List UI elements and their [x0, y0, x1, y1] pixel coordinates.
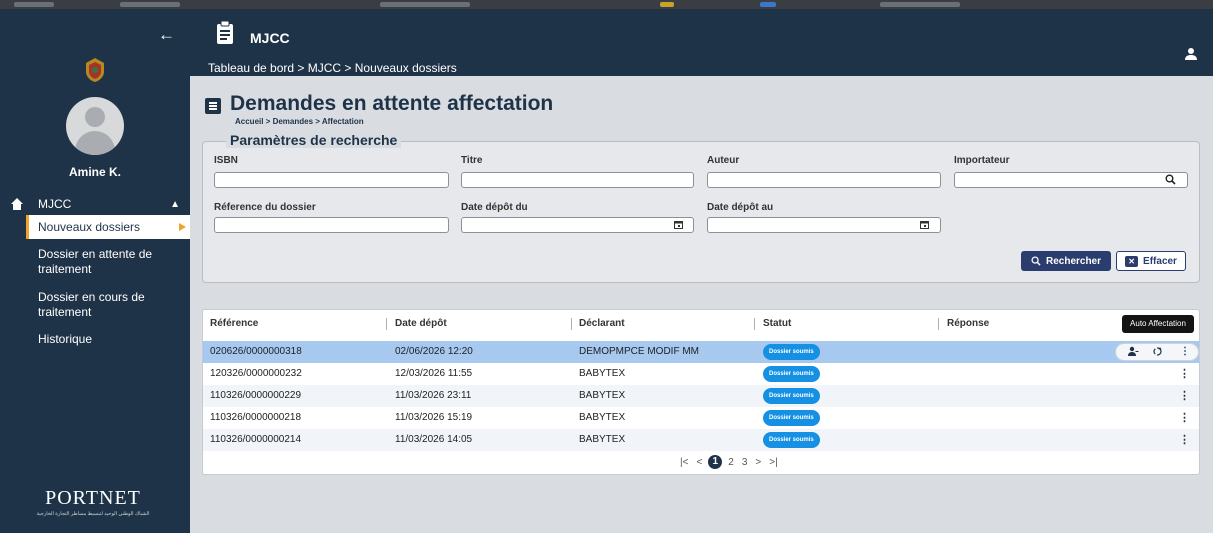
titre-input[interactable]	[461, 172, 694, 188]
more-options-icon[interactable]: ⋮	[1180, 346, 1190, 357]
table-row[interactable]: 110326/0000000229 11/03/2026 23:11 BABYT…	[203, 385, 1199, 407]
active-marker-icon	[179, 223, 186, 231]
column-separator	[938, 318, 939, 330]
sidebar-item-historique[interactable]: Historique	[26, 332, 190, 347]
column-separator	[754, 318, 755, 330]
isbn-label: ISBN	[214, 155, 238, 166]
status-badge: Dossier soumis	[763, 344, 820, 360]
sidebar-group-mjcc[interactable]: MJCC ▲	[10, 195, 180, 213]
clear-icon: ✕	[1125, 255, 1139, 267]
isbn-input[interactable]	[214, 172, 449, 188]
prev-page-icon[interactable]: <	[696, 457, 702, 468]
column-header-date[interactable]: Date dépôt	[395, 310, 447, 338]
list-icon	[205, 98, 221, 114]
search-icon	[1031, 256, 1041, 266]
page-2-button[interactable]: 2	[728, 457, 734, 468]
auteur-label: Auteur	[707, 155, 740, 166]
column-separator	[386, 318, 387, 330]
home-icon	[11, 198, 23, 210]
column-header-reponse[interactable]: Réponse	[947, 310, 989, 338]
status-badge: Dossier soumis	[763, 366, 820, 382]
calendar-icon[interactable]	[674, 220, 683, 229]
page-3-button[interactable]: 3	[742, 457, 748, 468]
clear-button[interactable]: ✕ Effacer	[1116, 251, 1186, 271]
status-badge: Dossier soumis	[763, 410, 820, 426]
table-row[interactable]: 110326/0000000218 11/03/2026 15:19 BABYT…	[203, 407, 1199, 429]
app-header: MJCC Tableau de bord > MJCC > Nouveaux d…	[190, 9, 1213, 76]
more-options-icon[interactable]: ⋮	[1179, 411, 1190, 424]
table-row[interactable]: 120326/0000000232 12/03/2026 11:55 BABYT…	[203, 363, 1199, 385]
more-options-icon[interactable]: ⋮	[1179, 389, 1190, 402]
date-au-input[interactable]	[707, 217, 941, 233]
page-breadcrumb: Accueil > Demandes > Affectation	[235, 117, 364, 126]
auto-affectation-icon[interactable]	[1152, 346, 1163, 360]
column-separator	[571, 318, 572, 330]
more-options-icon[interactable]: ⋮	[1179, 433, 1190, 446]
sidebar-item-nouveaux-dossiers[interactable]: Nouveaux dossiers	[26, 215, 190, 239]
date-du-input[interactable]	[461, 217, 694, 233]
date-au-label: Date dépôt au	[707, 202, 774, 213]
chevron-up-icon: ▲	[170, 198, 180, 210]
column-header-declarant[interactable]: Déclarant	[579, 310, 625, 338]
browser-tab-strip	[0, 0, 1213, 9]
column-header-reference[interactable]: Référence	[210, 310, 258, 338]
search-button[interactable]: Rechercher	[1021, 251, 1111, 271]
importateur-label: Importateur	[954, 155, 1010, 166]
calendar-icon[interactable]	[920, 220, 929, 229]
column-header-statut[interactable]: Statut	[763, 310, 791, 338]
avatar	[66, 97, 124, 155]
pagination: |< < 1 2 3 > >|	[676, 455, 782, 469]
app-title: MJCC	[250, 30, 290, 46]
search-icon[interactable]	[1165, 174, 1176, 185]
page-title: Demandes en attente affectation	[230, 92, 554, 115]
next-page-icon[interactable]: >	[755, 457, 761, 468]
portnet-logo: PORTNET الشباك الوطني الوحيد لتبسيط مساط…	[36, 487, 150, 517]
assign-user-icon[interactable]	[1128, 346, 1139, 360]
row-actions: ⋮	[1115, 343, 1199, 361]
header-breadcrumb: Tableau de bord > MJCC > Nouveaux dossie…	[208, 61, 457, 75]
status-badge: Dossier soumis	[763, 432, 820, 448]
auteur-input[interactable]	[707, 172, 941, 188]
sidebar-item-attente-traitement[interactable]: Dossier en attente de traitement	[26, 247, 176, 277]
sidebar-group-label: MJCC	[38, 197, 72, 211]
sidebar-item-cours-traitement[interactable]: Dossier en cours de traitement	[26, 290, 176, 320]
search-legend: Paramètres de recherche	[226, 132, 402, 148]
reference-input[interactable]	[214, 217, 449, 233]
sidebar: ← Amine K. MJCC ▲ Nouveaux dossiers Doss…	[0, 9, 190, 533]
last-page-icon[interactable]: >|	[769, 457, 777, 468]
auto-affectation-tooltip: Auto Affectation	[1122, 315, 1194, 333]
table-row[interactable]: 110326/0000000214 11/03/2026 14:05 BABYT…	[203, 429, 1199, 451]
collapse-sidebar-arrow-icon[interactable]: ←	[158, 25, 175, 45]
clipboard-icon	[217, 21, 233, 44]
user-account-icon[interactable]	[1184, 47, 1198, 61]
more-options-icon[interactable]: ⋮	[1179, 367, 1190, 380]
date-du-label: Date dépôt du	[461, 202, 528, 213]
emblem-icon	[86, 58, 104, 82]
importateur-input[interactable]	[954, 172, 1188, 188]
first-page-icon[interactable]: |<	[680, 457, 688, 468]
table-row[interactable]: 020626/0000000318 02/06/2026 12:20 DEMOP…	[203, 341, 1199, 363]
user-name: Amine K.	[68, 165, 121, 179]
status-badge: Dossier soumis	[763, 388, 820, 404]
reference-label: Réference du dossier	[214, 202, 316, 213]
titre-label: Titre	[461, 155, 483, 166]
page-1-button[interactable]: 1	[708, 455, 723, 469]
